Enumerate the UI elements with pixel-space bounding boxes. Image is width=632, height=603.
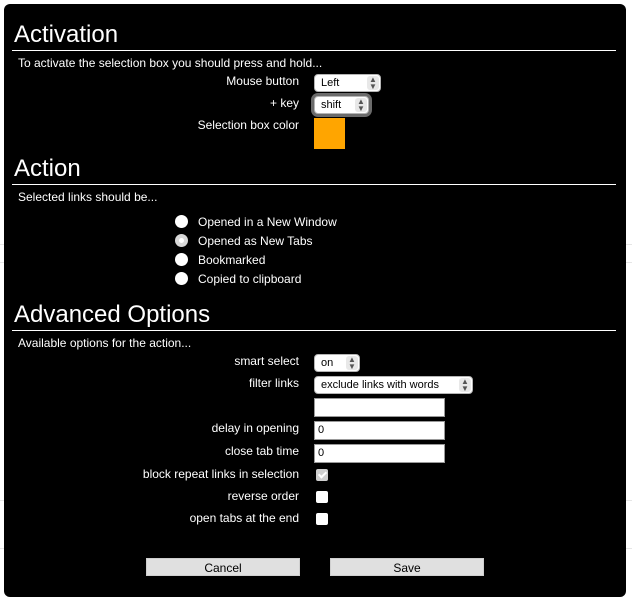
mouse-button-value: Left xyxy=(321,77,340,89)
block-repeat-checkbox[interactable] xyxy=(316,469,328,481)
chevron-updown-icon: ▲ ▼ xyxy=(355,98,367,113)
advanced-heading: Advanced Options xyxy=(14,301,211,328)
radio-new-window-label: Opened in a New Window xyxy=(198,215,337,229)
action-intro: Selected links should be... xyxy=(18,190,158,204)
key-label: + key xyxy=(269,96,299,110)
chevron-updown-icon: ▲ ▼ xyxy=(346,356,358,371)
smart-select-select[interactable]: on ▲ ▼ xyxy=(314,354,360,372)
advanced-divider xyxy=(12,330,616,331)
advanced-intro: Available options for the action... xyxy=(18,336,192,350)
activation-intro: To activate the selection box you should… xyxy=(18,56,323,70)
activation-heading: Activation xyxy=(14,21,119,48)
cancel-button[interactable]: Cancel xyxy=(146,558,300,576)
save-button[interactable]: Save xyxy=(330,558,484,576)
activation-divider xyxy=(12,50,616,51)
delay-label: delay in opening xyxy=(211,421,299,435)
close-tab-label: close tab time xyxy=(224,444,299,458)
action-divider xyxy=(12,184,616,185)
mouse-button-select[interactable]: Left ▲ ▼ xyxy=(314,74,381,92)
filter-links-value: exclude links with words xyxy=(321,379,439,391)
key-select[interactable]: shift ▲ ▼ xyxy=(314,96,369,114)
selection-color-swatch[interactable] xyxy=(314,118,345,149)
chevron-updown-icon: ▲ ▼ xyxy=(367,76,379,91)
radio-new-tabs[interactable] xyxy=(175,234,188,247)
radio-clipboard[interactable] xyxy=(175,272,188,285)
options-dialog: Activation To activate the selection box… xyxy=(4,4,626,597)
radio-new-window[interactable] xyxy=(175,215,188,228)
reverse-order-checkbox[interactable] xyxy=(316,491,328,503)
selection-color-label: Selection box color xyxy=(197,118,299,132)
filter-words-input[interactable] xyxy=(314,398,445,417)
open-at-end-checkbox[interactable] xyxy=(316,513,328,525)
chevron-updown-icon: ▲ ▼ xyxy=(459,378,471,393)
smart-select-label: smart select xyxy=(234,354,299,368)
mouse-button-label: Mouse button xyxy=(226,74,299,88)
open-at-end-label: open tabs at the end xyxy=(189,511,299,525)
delay-input[interactable]: 0 xyxy=(314,421,445,440)
radio-bookmarked-label: Bookmarked xyxy=(198,253,266,267)
filter-links-label: filter links xyxy=(248,376,299,390)
reverse-order-label: reverse order xyxy=(227,489,299,503)
block-repeat-label: block repeat links in selection xyxy=(142,467,299,481)
filter-links-select[interactable]: exclude links with words ▲ ▼ xyxy=(314,376,473,394)
smart-select-value: on xyxy=(321,357,334,369)
key-value: shift xyxy=(321,99,342,111)
radio-new-tabs-label: Opened as New Tabs xyxy=(198,234,313,248)
radio-bookmarked[interactable] xyxy=(175,253,188,266)
close-tab-input[interactable]: 0 xyxy=(314,444,445,463)
action-heading: Action xyxy=(14,155,81,182)
radio-clipboard-label: Copied to clipboard xyxy=(198,272,302,286)
